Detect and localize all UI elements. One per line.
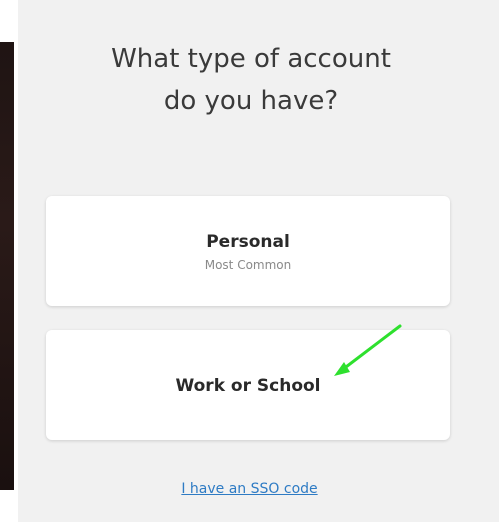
page-title: What type of account do you have? [111,44,391,116]
personal-account-label: Personal [206,232,290,252]
background-photo-edge [0,42,14,490]
personal-account-sublabel: Most Common [204,258,292,272]
personal-account-button[interactable]: Personal Most Common [46,196,450,306]
sso-code-link[interactable]: I have an SSO code [0,481,499,497]
arrow-icon [334,324,402,376]
